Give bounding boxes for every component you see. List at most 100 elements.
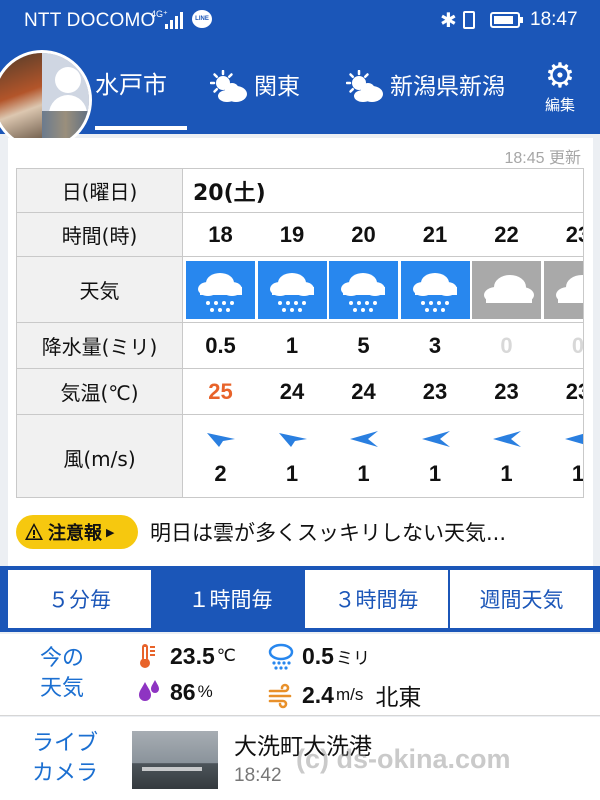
hour-cell: 23: [565, 221, 583, 247]
wind-cell: 2: [185, 415, 256, 497]
tab-weekly[interactable]: 週間天気: [450, 570, 593, 628]
carrier-name: NTT DOCOMO: [24, 10, 156, 31]
live-camera-thumbnail[interactable]: [132, 731, 218, 789]
avatar[interactable]: [0, 50, 92, 150]
forecast-table[interactable]: 日(曜日) 20(土) 時間(時) 181920212223 天気 降水量(ミリ…: [16, 168, 584, 498]
row-date: 日(曜日) 20(土): [17, 169, 583, 213]
wind-cell: 1: [400, 415, 471, 497]
hour-cell: 22: [494, 221, 519, 247]
wind-direction-icon: [421, 431, 450, 447]
hour-cell: 20: [351, 221, 376, 247]
rain-cloud-icon: [268, 643, 294, 670]
current-temp-value: 23.5: [170, 642, 215, 669]
precip-cell: 0: [500, 332, 513, 358]
thermometer-icon: [140, 644, 155, 668]
weather-cell: [257, 261, 327, 319]
row-label-precip: 降水量(ミリ): [17, 323, 183, 368]
precip-cell: 1: [285, 332, 299, 358]
rain-icon: [412, 273, 457, 312]
current-wind-direction: 北東: [375, 684, 422, 710]
live-camera-title: ライブ カメラ: [32, 731, 99, 786]
status-bar: NTT DOCOMO 4G⁺ LINE ✱ 18:47: [0, 0, 600, 40]
tab-1hour[interactable]: １時間毎: [159, 570, 302, 628]
current-precip-value: 0.5: [302, 642, 334, 669]
alert-banner[interactable]: 注意報 ▶ 明日は雲が多くスッキリしない天気...: [16, 512, 586, 552]
bluetooth-icon: ✱: [440, 10, 457, 32]
battery-icon: [490, 12, 523, 28]
current-temp: 23.5 ℃: [136, 642, 236, 670]
row-label-temp: 気温(℃): [17, 369, 183, 414]
row-label-date: 日(曜日): [17, 169, 183, 212]
tab-5min[interactable]: ５分毎: [8, 570, 151, 628]
weather-cell: [186, 261, 255, 319]
current-wind-unit: m/s: [335, 685, 364, 704]
rain-icon: [269, 273, 314, 312]
row-label-wind: 風(m/s): [17, 415, 183, 497]
sun-cloud-icon: [210, 70, 247, 102]
chevron-right-icon: ▶: [106, 525, 115, 539]
humidity-icon: [139, 680, 159, 701]
wind-cell: 1: [257, 415, 328, 497]
row-weather: 天気: [17, 257, 583, 323]
precip-cell: 0.5: [205, 332, 236, 358]
vibrate-icon: [463, 11, 475, 29]
temp-cell: 23: [565, 378, 583, 404]
current-humidity-value: 86: [170, 678, 196, 705]
watermark: (c) ds-okina.com: [296, 744, 511, 774]
current-temp-unit: ℃: [216, 646, 236, 665]
current-precip-unit: ミリ: [335, 648, 370, 668]
interval-tabs: ５分毎 １時間毎 ３時間毎 週間天気: [0, 566, 600, 632]
line-app-icon: LINE: [192, 10, 212, 28]
wind-direction-icon: [207, 433, 235, 447]
tab-city[interactable]: 水戸市: [95, 40, 187, 130]
wind-speed-value: 1: [285, 461, 299, 486]
alert-badge[interactable]: 注意報 ▶: [16, 515, 138, 549]
current-weather[interactable]: 今の 天気 23.5 ℃ 0.5 ミリ 86 % 2.4 m/s 北東: [0, 634, 600, 716]
tab-region-label: 関東: [254, 74, 300, 100]
wind-direction-icon: [350, 431, 378, 447]
hour-cell: 21: [422, 221, 448, 247]
sun-cloud-icon: [346, 70, 383, 102]
weather-cell: [400, 261, 470, 319]
precip-cell: 3: [428, 332, 442, 358]
weather-cell: [329, 261, 398, 319]
tab-region-niigata[interactable]: 新潟県新潟: [346, 40, 520, 134]
current-humidity-unit: %: [197, 682, 213, 701]
temp-cell: 23: [422, 378, 448, 404]
alert-message[interactable]: 明日は雲が多くスッキリしない天気...: [150, 517, 586, 547]
current-wind: 2.4 m/s 北東: [268, 678, 421, 712]
cloud-icon: [484, 275, 534, 303]
row-hour: 時間(時) 18 19 20 21 22 23: [17, 213, 583, 257]
precip-cell: 5: [357, 332, 370, 358]
current-precip: 0.5 ミリ: [268, 642, 370, 670]
row-precip: 降水量(ミリ) 0.5 1 5 3 0 0: [17, 323, 584, 369]
row-temp: 気温(℃) 25 24 24 23 23 23: [17, 369, 583, 415]
wind-direction-icon: [493, 431, 521, 447]
current-humidity: 86 %: [136, 678, 213, 706]
temp-cell: 23: [494, 378, 519, 404]
weather-cell: [543, 261, 583, 319]
tab-region-label: 新潟県新潟: [390, 74, 505, 100]
temp-cell: 25: [208, 378, 233, 404]
precip-cell: 0: [571, 332, 584, 358]
status-time: 18:47: [530, 9, 578, 30]
settings-button[interactable]: ⚙ 編集: [540, 58, 580, 115]
wind-direction-icon: [278, 433, 307, 447]
wind-speed-value: 1: [500, 461, 513, 486]
wind-speed-value: 1: [357, 461, 370, 486]
live-camera-time: 18:42: [234, 765, 282, 786]
wind-direction-icon: [564, 433, 583, 445]
rain-icon: [341, 273, 385, 312]
row-label-weather: 天気: [17, 257, 183, 322]
app-header: 水戸市 関東 新潟県新潟 ⚙ 編集: [0, 40, 600, 150]
row-label-hour: 時間(時): [17, 213, 183, 256]
wind-cell: 1: [471, 415, 542, 497]
tab-3hour[interactable]: ３時間毎: [305, 570, 448, 628]
current-wind-value: 2.4: [302, 681, 334, 708]
date-value: 20(土): [193, 180, 266, 206]
cloud-icon: [555, 275, 583, 303]
wind-icon: [268, 683, 292, 709]
tab-region-kanto[interactable]: 関東: [208, 40, 318, 134]
rain-icon: [198, 273, 242, 312]
row-wind: 風(m/s) 2 1 1 1 1 1: [17, 415, 583, 497]
